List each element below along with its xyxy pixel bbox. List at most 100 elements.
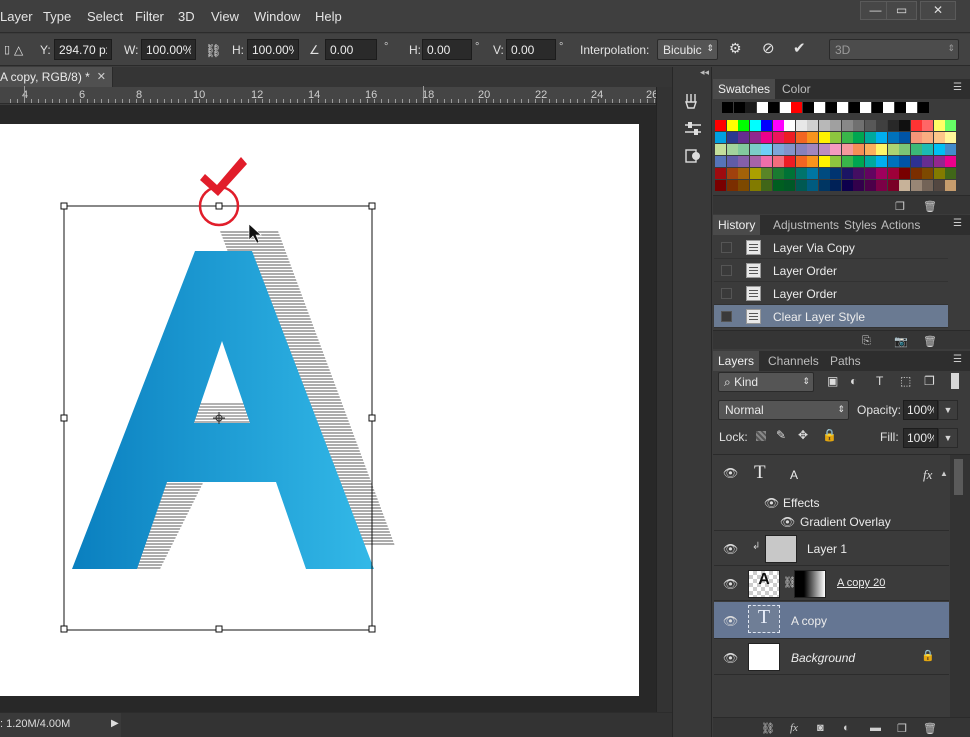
gradient-overlay-eye-icon[interactable]: 👁 bbox=[780, 515, 795, 529]
close-tab-icon[interactable]: ✕ bbox=[97, 70, 106, 83]
opacity-dropdown-icon[interactable]: ▼ bbox=[938, 400, 958, 420]
fill-dropdown-icon[interactable]: ▼ bbox=[938, 428, 958, 448]
color-swatch[interactable] bbox=[749, 144, 761, 155]
fx-badge-icon[interactable]: fx bbox=[923, 467, 932, 483]
tab-color[interactable]: Color bbox=[777, 79, 816, 99]
filter-shape-icon[interactable]: ⬚ bbox=[900, 374, 911, 388]
color-swatch[interactable] bbox=[922, 180, 933, 191]
color-swatch[interactable] bbox=[945, 156, 956, 167]
visibility-eye-icon[interactable]: 👁 bbox=[723, 614, 738, 628]
handle-bottom-right[interactable] bbox=[368, 625, 376, 633]
color-swatch[interactable] bbox=[745, 102, 756, 113]
color-swatch[interactable] bbox=[715, 156, 726, 167]
status-menu-arrow-icon[interactable]: ▶ bbox=[111, 718, 119, 729]
color-swatch[interactable] bbox=[922, 120, 933, 131]
layers-scrollbar[interactable] bbox=[950, 455, 970, 718]
menu-select[interactable]: Select bbox=[87, 9, 123, 24]
color-swatch[interactable] bbox=[910, 168, 922, 179]
color-swatch[interactable] bbox=[933, 156, 945, 167]
trash-icon[interactable]: 🗑 bbox=[923, 335, 937, 348]
color-swatch[interactable] bbox=[910, 156, 922, 167]
color-swatch[interactable] bbox=[876, 144, 887, 155]
horizontal-skew-input[interactable] bbox=[422, 39, 472, 60]
color-swatch[interactable] bbox=[749, 132, 761, 143]
color-swatch[interactable] bbox=[784, 180, 795, 191]
visibility-eye-icon[interactable]: 👁 bbox=[723, 466, 738, 480]
color-swatch[interactable] bbox=[761, 180, 772, 191]
color-swatch[interactable] bbox=[807, 120, 818, 131]
lock-image-icon[interactable]: ✎ bbox=[776, 428, 786, 442]
color-swatch[interactable] bbox=[772, 120, 784, 131]
color-swatch[interactable] bbox=[887, 180, 899, 191]
layer-name[interactable]: A bbox=[790, 468, 798, 482]
tab-actions[interactable]: Actions bbox=[876, 215, 925, 235]
color-swatch[interactable] bbox=[772, 168, 784, 179]
color-swatch[interactable] bbox=[784, 144, 795, 155]
effects-eye-icon[interactable]: 👁 bbox=[764, 496, 779, 510]
color-swatch[interactable] bbox=[922, 144, 933, 155]
color-swatch[interactable] bbox=[853, 144, 864, 155]
layer-row-a-copy-20[interactable]: 👁 A ⛓ A copy 20 bbox=[714, 567, 949, 601]
color-swatch[interactable] bbox=[795, 168, 807, 179]
color-swatch[interactable] bbox=[910, 180, 922, 191]
color-swatch[interactable] bbox=[945, 132, 956, 143]
clone-source-icon[interactable] bbox=[683, 147, 703, 165]
layer-row-a-copy-selected[interactable]: 👁 T A copy bbox=[714, 602, 949, 639]
history-snapshot-checkbox[interactable] bbox=[721, 242, 732, 253]
color-swatch[interactable] bbox=[825, 102, 837, 113]
color-swatch[interactable] bbox=[726, 120, 738, 131]
color-swatch[interactable] bbox=[784, 120, 795, 131]
color-swatch[interactable] bbox=[887, 168, 899, 179]
color-swatch[interactable] bbox=[738, 144, 749, 155]
menu-3d[interactable]: 3D bbox=[178, 9, 195, 24]
color-swatch[interactable] bbox=[795, 180, 807, 191]
rotation-input[interactable] bbox=[325, 39, 377, 60]
reference-point-icon[interactable]: ▯ bbox=[4, 43, 10, 56]
color-swatch[interactable] bbox=[899, 156, 910, 167]
color-swatch[interactable] bbox=[784, 168, 795, 179]
layer-row-a[interactable]: 👁 T A fx ▲ 👁 Effects 👁 Gradient Overlay bbox=[714, 455, 949, 531]
color-swatch[interactable] bbox=[795, 144, 807, 155]
filter-smart-object-icon[interactable]: ❐ bbox=[924, 374, 935, 388]
color-swatch[interactable] bbox=[761, 168, 772, 179]
color-swatch[interactable] bbox=[899, 120, 910, 131]
color-swatch[interactable] bbox=[761, 144, 772, 155]
filter-type-icon[interactable]: T bbox=[876, 374, 883, 388]
history-snapshot-checkbox[interactable] bbox=[721, 288, 732, 299]
height-input[interactable] bbox=[247, 39, 299, 60]
color-swatch[interactable] bbox=[910, 120, 922, 131]
color-swatch[interactable] bbox=[841, 120, 853, 131]
color-swatch[interactable] bbox=[864, 144, 876, 155]
color-swatch[interactable] bbox=[945, 120, 956, 131]
color-swatch[interactable] bbox=[818, 156, 830, 167]
color-swatch[interactable] bbox=[761, 156, 772, 167]
new-document-from-state-icon[interactable]: ⎘ bbox=[862, 335, 871, 348]
vertical-skew-input[interactable] bbox=[506, 39, 556, 60]
color-swatch[interactable] bbox=[807, 144, 818, 155]
history-snapshot-checkbox[interactable] bbox=[721, 265, 732, 276]
brush-presets-icon[interactable] bbox=[683, 92, 703, 110]
color-swatch[interactable] bbox=[715, 168, 726, 179]
color-swatch[interactable] bbox=[910, 144, 922, 155]
handle-top-right[interactable] bbox=[368, 202, 376, 210]
commit-transform-icon[interactable]: ✔ bbox=[793, 39, 806, 57]
menu-filter[interactable]: Filter bbox=[135, 9, 164, 24]
camera-snapshot-icon[interactable]: 📷 bbox=[894, 335, 908, 348]
delta-icon[interactable]: △ bbox=[14, 43, 23, 57]
layer-name[interactable]: A copy bbox=[791, 614, 827, 628]
color-swatch[interactable] bbox=[726, 180, 738, 191]
layer-name[interactable]: A copy 20 bbox=[837, 577, 885, 589]
tab-history[interactable]: History bbox=[713, 215, 761, 235]
color-swatch[interactable] bbox=[841, 156, 853, 167]
blend-mode-select[interactable]: Normal ⇕ bbox=[718, 400, 849, 420]
color-swatch[interactable] bbox=[749, 180, 761, 191]
adjustments-sliders-icon[interactable] bbox=[683, 120, 703, 138]
history-item-selected[interactable]: Clear Layer Style bbox=[714, 305, 948, 328]
color-swatch[interactable] bbox=[945, 144, 956, 155]
tab-layers[interactable]: Layers bbox=[713, 351, 760, 371]
vertical-scrollbar[interactable] bbox=[656, 87, 672, 712]
canvas-artwork[interactable] bbox=[0, 124, 639, 696]
layer-name[interactable]: Layer 1 bbox=[807, 542, 847, 556]
color-swatch[interactable] bbox=[864, 120, 876, 131]
color-swatch[interactable] bbox=[715, 180, 726, 191]
